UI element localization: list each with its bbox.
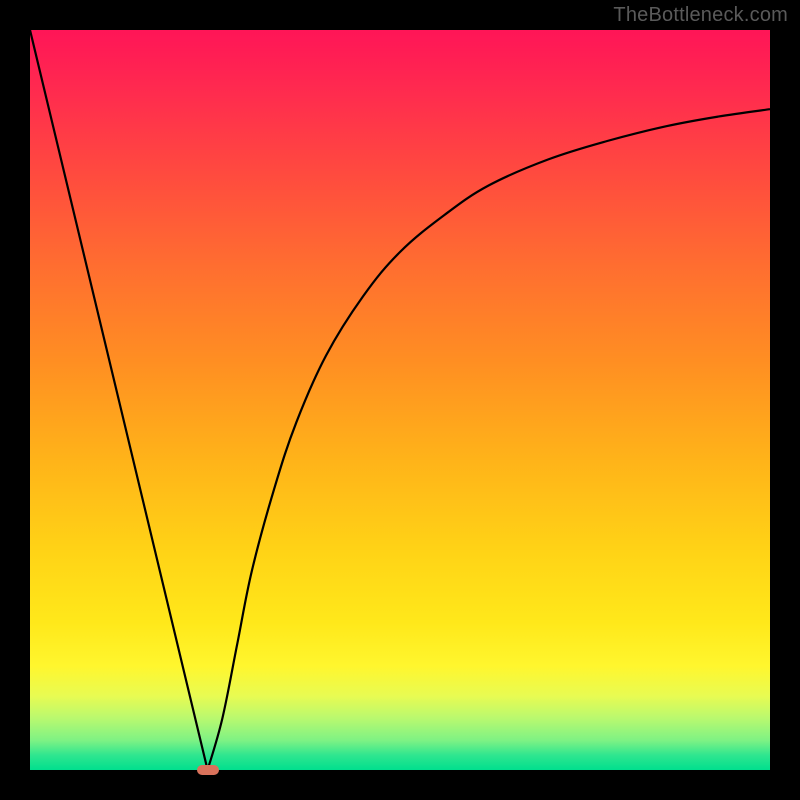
- bottleneck-curve: [30, 30, 770, 770]
- curve-path: [30, 30, 770, 770]
- plot-area: [30, 30, 770, 770]
- minimum-marker: [197, 765, 219, 775]
- chart-frame: TheBottleneck.com: [0, 0, 800, 800]
- watermark-text: TheBottleneck.com: [613, 4, 788, 27]
